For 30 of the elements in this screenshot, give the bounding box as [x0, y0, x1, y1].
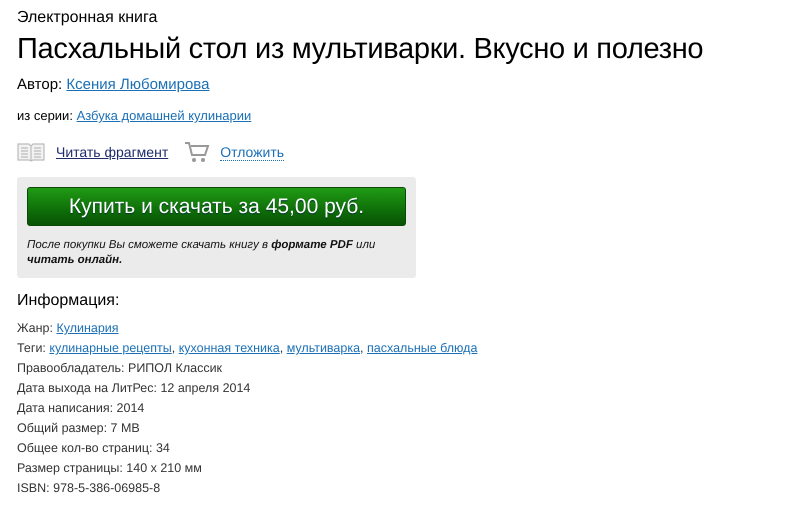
defer-link[interactable]: Отложить — [220, 144, 284, 160]
series-link[interactable]: Азбука домашней кулинарии — [76, 108, 252, 123]
info-text: Размер страницы: 140 x 210 мм — [17, 461, 202, 475]
author-link[interactable]: Ксения Любомирова — [66, 76, 210, 93]
info-link[interactable]: кулинарные рецепты — [49, 341, 172, 355]
series-label: из серии: — [17, 108, 73, 123]
info-link[interactable]: пасхальные блюда — [367, 341, 478, 355]
separator: , — [172, 341, 176, 355]
info-text: Дата выхода на ЛитРес: 12 апреля 2014 — [17, 381, 250, 395]
info-text: ISBN: 978-5-386-06985-8 — [17, 481, 160, 495]
cart-icon — [184, 141, 210, 163]
info-heading: Информация: — [17, 291, 120, 311]
purchase-note: После покупки Вы сможете скачать книгу в формате PDF или читать онлайн. — [27, 238, 376, 268]
read-link[interactable]: Читать фрагмент — [56, 144, 168, 160]
book-icon — [17, 142, 46, 162]
info-text: Общее кол-во страниц: 34 — [17, 441, 170, 455]
category-label: Электронная книга — [17, 8, 158, 28]
info-label: Теги: — [17, 341, 46, 355]
author-label: Автор: — [17, 76, 62, 93]
info-text: Общий размер: 7 MB — [17, 421, 140, 435]
info-link[interactable]: Кулинария — [56, 321, 119, 335]
info-text: Правообладатель: РИПОЛ Классик — [17, 361, 222, 375]
info-label: Жанр: — [17, 321, 53, 335]
book-title: Пасхальный стол из мультиварки. Вкусно и полезно — [17, 32, 704, 67]
separator: , — [360, 341, 364, 355]
info-link[interactable]: мультиварка — [286, 341, 360, 355]
info-text: Дата написания: 2014 — [17, 401, 144, 415]
buy-button[interactable]: Купить и скачать за 45,00 руб. — [27, 187, 406, 226]
info-link[interactable]: кухонная техника — [178, 341, 280, 355]
separator: , — [280, 341, 284, 355]
